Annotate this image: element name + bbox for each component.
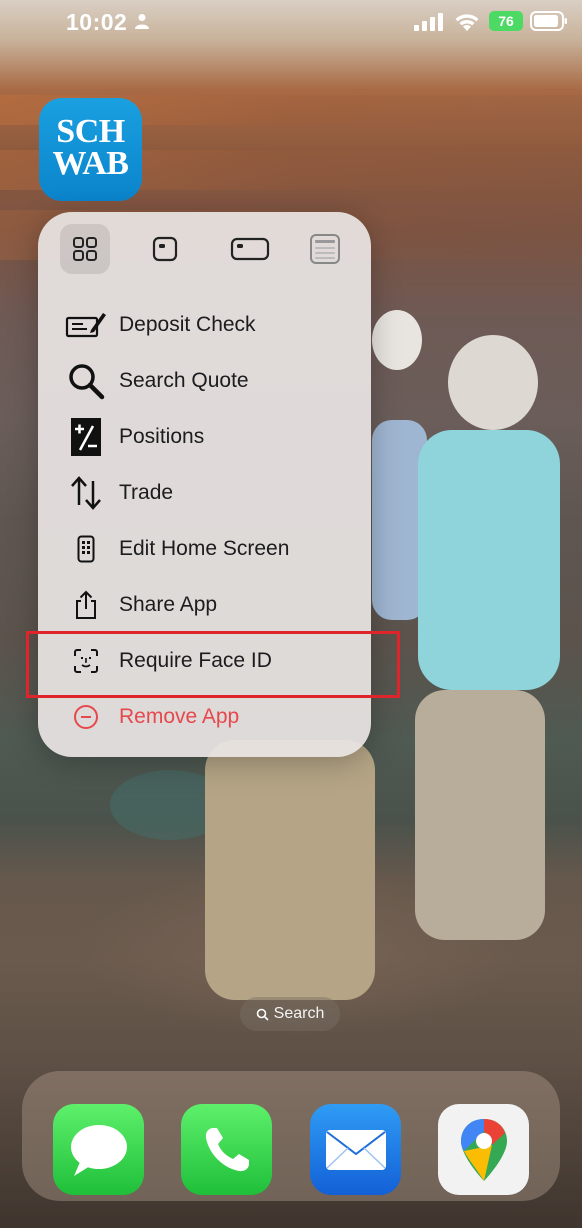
cellular-signal-icon: [414, 13, 443, 31]
menu-item-remove-app[interactable]: Remove App: [63, 692, 363, 742]
menu-item-search-quote[interactable]: Search Quote: [63, 356, 363, 406]
woman-head: [448, 335, 538, 430]
highlight-annotation-box: [26, 631, 400, 698]
woman-pants: [415, 690, 545, 940]
dock-app-messages[interactable]: [53, 1104, 144, 1195]
menu-item-label: Positions: [119, 425, 205, 448]
medium-widget-icon: [230, 237, 270, 261]
schwab-logo-line1: SCH: [56, 113, 125, 150]
person-icon: [135, 14, 149, 29]
grid-icon: [73, 237, 97, 261]
search-icon: [256, 1008, 269, 1021]
home-search-pill[interactable]: Search: [240, 997, 340, 1031]
menu-item-share-app[interactable]: Share App: [63, 580, 363, 630]
schwab-app-icon[interactable]: SCH WAB: [39, 98, 142, 201]
phone-icon: [63, 529, 108, 569]
small-widget-icon: [152, 236, 178, 262]
battery-icon: [530, 11, 567, 31]
menu-item-label: Share App: [119, 593, 218, 616]
phone-handset-icon: [205, 1127, 249, 1171]
menu-item-positions[interactable]: Positions: [63, 412, 363, 462]
menu-item-trade[interactable]: Trade: [63, 468, 363, 518]
dock-app-mail[interactable]: [310, 1104, 401, 1195]
menu-item-label: Deposit Check: [119, 313, 256, 336]
menu-item-label: Search Quote: [119, 369, 249, 392]
dock-app-phone[interactable]: [181, 1104, 272, 1195]
share-icon: [63, 585, 108, 625]
menu-item-deposit-check[interactable]: Deposit Check: [63, 300, 363, 350]
deposit-check-icon: [63, 305, 108, 345]
search-pill-label: Search: [273, 1005, 325, 1022]
menu-item-label: Trade: [119, 481, 174, 504]
large-widget-icon: [310, 234, 340, 264]
messages-icon: [70, 1124, 127, 1176]
widget-size-selector: [60, 224, 350, 274]
man-head: [372, 310, 422, 370]
schwab-logo-line2: WAB: [52, 145, 129, 182]
minus-circle-icon: [63, 697, 108, 737]
positions-icon: [63, 417, 108, 457]
menu-item-label: Edit Home Screen: [119, 537, 290, 560]
battery-level-badge: 76: [489, 11, 523, 31]
widget-size-large-button[interactable]: [300, 224, 350, 274]
man-pants: [205, 740, 375, 1000]
magnifier-icon: [63, 361, 108, 401]
widget-size-small-button[interactable]: [140, 224, 190, 274]
woman-shirt: [418, 430, 560, 690]
menu-item-label: Remove App: [119, 705, 240, 728]
dock-app-google-maps[interactable]: [438, 1104, 529, 1195]
widget-size-medium-button[interactable]: [220, 224, 280, 274]
widget-size-grid-button[interactable]: [60, 224, 110, 274]
wifi-icon: [455, 14, 479, 31]
status-time: 10:02: [66, 9, 128, 35]
menu-item-edit-home-screen[interactable]: Edit Home Screen: [63, 524, 363, 574]
status-bar: 10:02 76: [0, 0, 582, 46]
trade-arrows-icon: [63, 473, 108, 513]
google-maps-pin-icon: [460, 1118, 507, 1181]
mail-envelope-icon: [325, 1129, 386, 1170]
